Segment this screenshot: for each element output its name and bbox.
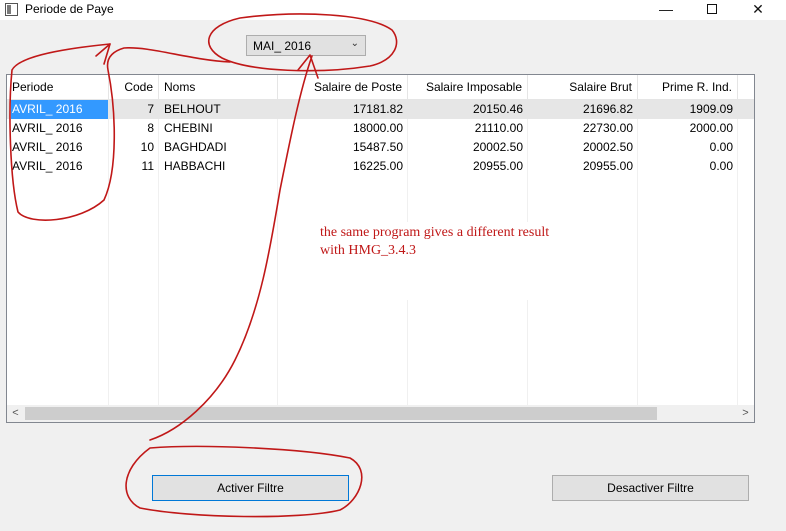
scroll-left-button[interactable]: < [7,405,24,422]
cell-noms[interactable]: BELHOUT [159,100,278,119]
cell-salaire-de-poste[interactable]: 15487.50 [278,138,408,157]
cell-salaire-brut[interactable]: 20002.50 [528,138,638,157]
column-header-noms[interactable]: Noms [159,75,278,100]
annotation-note: the same program gives a different resul… [320,222,580,300]
title-bar: Periode de Paye — ✕ [0,0,786,20]
cell-periode[interactable]: AVRIL_ 2016 [7,157,109,176]
minimize-button[interactable]: — [643,0,689,20]
horizontal-scrollbar[interactable]: < > [7,405,754,422]
close-button[interactable]: ✕ [735,0,781,20]
column-header-salaire-de-poste[interactable]: Salaire de Poste [278,75,408,100]
cell-code[interactable]: 8 [109,119,159,138]
column-header-prime-r-ind[interactable]: Prime R. Ind. [638,75,738,100]
cell-salaire-imposable[interactable]: 20955.00 [408,157,528,176]
scroll-right-button[interactable]: > [737,405,754,422]
cell-salaire-imposable[interactable]: 20002.50 [408,138,528,157]
cell-salaire-brut[interactable]: 20955.00 [528,157,638,176]
scrollbar-thumb[interactable] [25,407,657,420]
column-header-periode[interactable]: Periode [7,75,109,100]
cell-salaire-de-poste[interactable]: 16225.00 [278,157,408,176]
cell-prime-r-ind[interactable]: 2000.00 [638,119,738,138]
desactiver-filtre-button[interactable]: Desactiver Filtre [552,475,749,501]
cell-prime-r-ind[interactable]: 1909.09 [638,100,738,119]
cell-code[interactable]: 7 [109,100,159,119]
cell-salaire-de-poste[interactable]: 17181.82 [278,100,408,119]
cell-noms[interactable]: HABBACHI [159,157,278,176]
cell-prime-r-ind[interactable]: 0.00 [638,138,738,157]
app-window-icon [5,3,18,16]
table-row[interactable]: AVRIL_ 2016 8 CHEBINI 18000.00 21110.00 … [7,119,754,138]
column-header-code[interactable]: Code [109,75,159,100]
maximize-icon [707,4,717,14]
cell-noms[interactable]: CHEBINI [159,119,278,138]
column-header-salaire-brut[interactable]: Salaire Brut [528,75,638,100]
cell-periode[interactable]: AVRIL_ 2016 [11,100,108,119]
cell-salaire-brut[interactable]: 22730.00 [528,119,638,138]
activer-filtre-button[interactable]: Activer Filtre [152,475,349,501]
table-row[interactable]: AVRIL_ 2016 7 BELHOUT 17181.82 20150.46 … [7,100,754,119]
table-row[interactable]: AVRIL_ 2016 10 BAGHDADI 15487.50 20002.5… [7,138,754,157]
table-row[interactable]: AVRIL_ 2016 11 HABBACHI 16225.00 20955.0… [7,157,754,176]
grid-header: Periode Code Noms Salaire de Poste Salai… [7,75,754,100]
maximize-button[interactable] [689,0,735,20]
cell-prime-r-ind[interactable]: 0.00 [638,157,738,176]
cell-code[interactable]: 10 [109,138,159,157]
cell-salaire-brut[interactable]: 21696.82 [528,100,638,119]
period-combobox[interactable]: MAI_ 2016 ⌄ [246,35,366,56]
period-combobox-value: MAI_ 2016 [253,39,312,53]
cell-salaire-imposable[interactable]: 21110.00 [408,119,528,138]
scribble-arrow-left [95,43,111,65]
cell-code[interactable]: 11 [109,157,159,176]
annotation-line-2: with HMG_3.4.3 [320,243,417,258]
cell-periode[interactable]: AVRIL_ 2016 [7,119,109,138]
window-title: Periode de Paye [25,2,114,16]
chevron-down-icon[interactable]: ⌄ [351,38,359,49]
cell-salaire-de-poste[interactable]: 18000.00 [278,119,408,138]
cell-noms[interactable]: BAGHDADI [159,138,278,157]
cell-periode[interactable]: AVRIL_ 2016 [7,138,109,157]
cell-salaire-imposable[interactable]: 20150.46 [408,100,528,119]
column-header-salaire-imposable[interactable]: Salaire Imposable [408,75,528,100]
annotation-line-1: the same program gives a different resul… [320,225,550,240]
